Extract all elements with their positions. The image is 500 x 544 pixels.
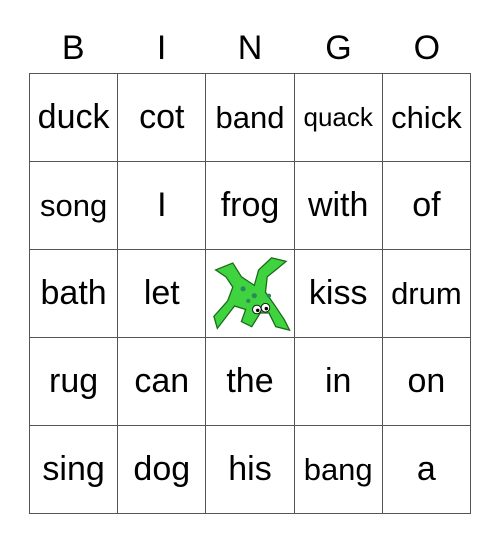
bingo-cell: dog bbox=[118, 426, 207, 514]
bingo-cell: of bbox=[382, 162, 471, 250]
cell-word: chick bbox=[391, 99, 462, 135]
bingo-cell: frog bbox=[206, 162, 295, 250]
cell-word: rug bbox=[49, 362, 99, 400]
cell-word: in bbox=[324, 362, 352, 400]
cell-word: dog bbox=[133, 450, 191, 488]
frog-icon bbox=[213, 256, 291, 331]
bingo-cell: song bbox=[30, 162, 119, 250]
cell-word: bath bbox=[40, 274, 107, 312]
cell-word: quack bbox=[303, 102, 373, 132]
cell-word: duck bbox=[37, 98, 110, 136]
cell-word: I bbox=[157, 186, 167, 224]
bingo-cell: his bbox=[206, 426, 295, 514]
cell-word: let bbox=[143, 274, 180, 312]
cell-word: kiss bbox=[308, 274, 368, 312]
bingo-cell: sing bbox=[30, 426, 119, 514]
cell-word: cot bbox=[139, 98, 185, 136]
cell-word: bang bbox=[303, 451, 373, 487]
bingo-cell: cot bbox=[118, 74, 207, 162]
bingo-cell: I bbox=[118, 162, 207, 250]
cell-word: song bbox=[39, 187, 108, 223]
bingo-cell: in bbox=[294, 338, 383, 426]
header-letter: I bbox=[156, 29, 167, 67]
bingo-cell: bang bbox=[294, 426, 383, 514]
cell-word: frog bbox=[220, 186, 280, 224]
bingo-cell: a bbox=[382, 426, 471, 514]
cell-word: of bbox=[412, 186, 441, 224]
bingo-cell: band bbox=[206, 74, 295, 162]
cell-word: with bbox=[307, 186, 369, 224]
cell-word: on bbox=[407, 362, 446, 400]
cell-word: band bbox=[215, 99, 285, 135]
bingo-cell: with bbox=[294, 162, 383, 250]
free-space bbox=[206, 250, 295, 338]
header-letter: N bbox=[237, 29, 263, 67]
cell-word: a bbox=[416, 450, 436, 488]
header-letter: B bbox=[61, 29, 85, 67]
bingo-cell: chick bbox=[382, 74, 471, 162]
bingo-cell: duck bbox=[30, 74, 119, 162]
bingo-cell: the bbox=[206, 338, 295, 426]
cell-word: can bbox=[134, 362, 190, 400]
cell-word: the bbox=[226, 362, 274, 400]
cell-word: sing bbox=[42, 450, 105, 488]
bingo-cell: let bbox=[118, 250, 207, 338]
cell-word: his bbox=[228, 450, 272, 488]
bingo-cell: bath bbox=[30, 250, 119, 338]
bingo-cell: kiss bbox=[294, 250, 383, 338]
header-letter: O bbox=[413, 29, 441, 67]
bingo-cell: can bbox=[118, 338, 207, 426]
bingo-cell: on bbox=[382, 338, 471, 426]
header-letter: G bbox=[325, 29, 352, 67]
bingo-grid: duck cot band quack chick song Ifrog with of bath… bbox=[29, 73, 471, 514]
bingo-cell: drum bbox=[382, 250, 471, 338]
cell-word: drum bbox=[391, 275, 462, 311]
bingo-cell: rug bbox=[30, 338, 119, 426]
bingo-header: B I N G O bbox=[29, 28, 471, 68]
bingo-cell: quack bbox=[294, 74, 383, 162]
